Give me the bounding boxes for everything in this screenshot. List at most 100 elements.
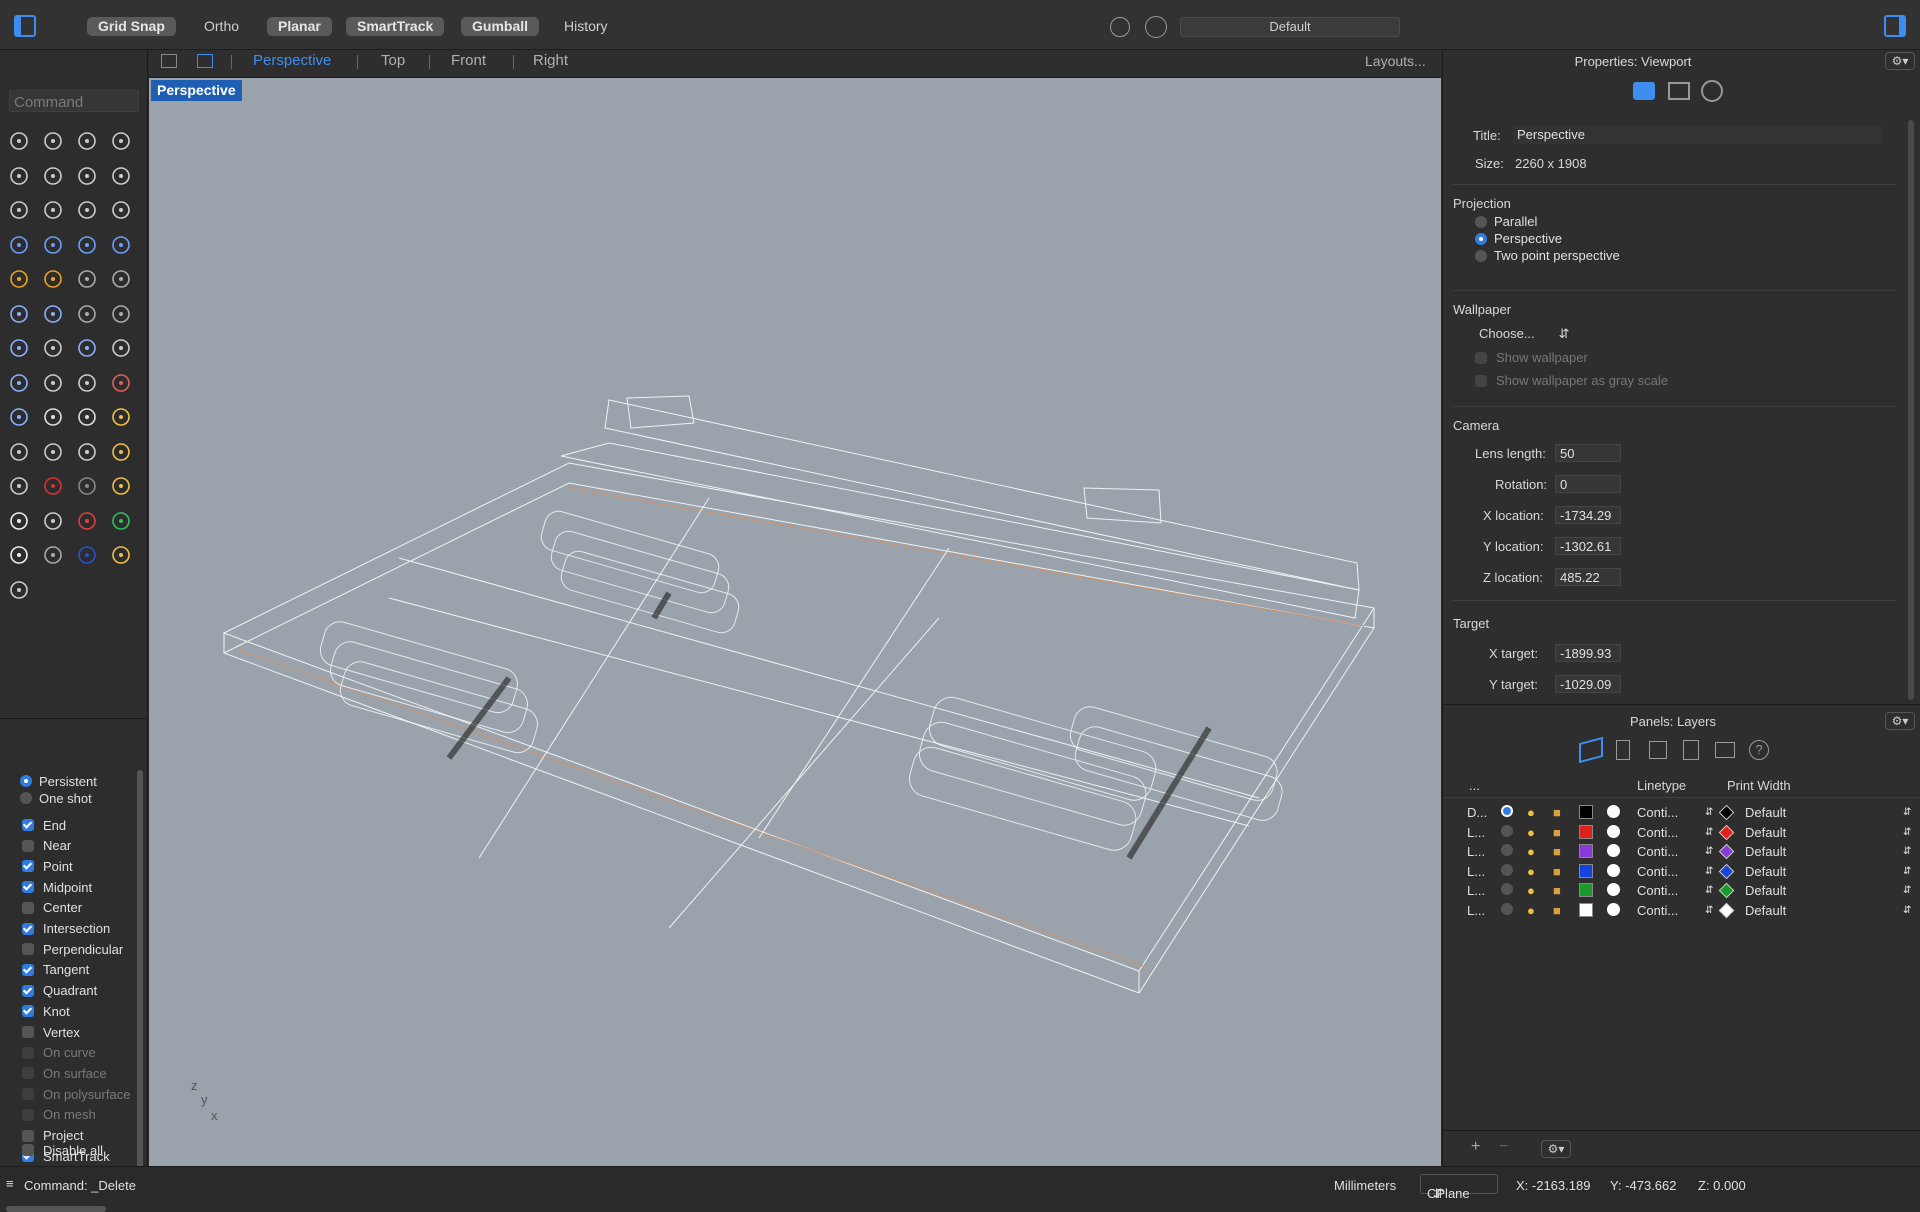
x-location-field[interactable]: -1734.29	[1555, 506, 1621, 524]
material-circle-icon[interactable]	[1607, 824, 1620, 838]
gumball-toggle[interactable]: Gumball	[461, 17, 540, 36]
lightbulb-icon[interactable]: ●	[1527, 844, 1535, 859]
zoom-window-tool-icon[interactable]	[40, 439, 66, 465]
light-tool-icon[interactable]	[6, 508, 32, 534]
layer-print-width[interactable]: Default	[1745, 864, 1786, 879]
link-icon[interactable]	[1701, 80, 1723, 102]
cube-icon[interactable]	[1649, 741, 1667, 759]
layer-name[interactable]: L...	[1467, 844, 1485, 859]
unlock-icon[interactable]: ■	[1553, 805, 1561, 820]
current-layer-icon[interactable]	[1501, 844, 1513, 856]
current-layer-icon[interactable]	[1501, 863, 1513, 876]
array-tool-icon[interactable]	[40, 370, 66, 396]
osnap-vertex-checkbox[interactable]: Vertex	[22, 1022, 80, 1042]
layer-linetype[interactable]: Conti...	[1637, 844, 1678, 859]
grid-tool-icon[interactable]	[74, 370, 100, 396]
curve-tool-icon[interactable]	[74, 128, 100, 154]
material-tool-icon[interactable]	[74, 508, 100, 534]
cylinder-tool-icon[interactable]	[74, 232, 100, 258]
target-icon[interactable]	[1145, 16, 1167, 38]
osnap-knot-checkbox[interactable]: Knot	[22, 1001, 70, 1021]
osnap-horizontal-scrollbar[interactable]	[6, 1206, 106, 1212]
rotate-tool-icon[interactable]	[74, 301, 100, 327]
current-layer-icon[interactable]	[1501, 902, 1513, 915]
material-circle-icon[interactable]	[1607, 902, 1620, 916]
osnap-on-mesh-checkbox[interactable]: On mesh	[22, 1105, 96, 1125]
chevron-updown-icon[interactable]: ⇵	[1903, 866, 1911, 877]
record-history-icon[interactable]	[1110, 17, 1130, 37]
projection-perspective-radio[interactable]: Perspective	[1475, 231, 1562, 246]
osnap-quadrant-checkbox[interactable]: Quadrant	[22, 981, 97, 1001]
chevron-updown-icon[interactable]: ⇵	[1903, 905, 1911, 916]
sphere-tool-icon[interactable]	[40, 232, 66, 258]
layers-icon[interactable]	[1579, 736, 1603, 764]
display-icon[interactable]	[1668, 82, 1690, 100]
history-toggle[interactable]: History	[553, 17, 619, 36]
box-tool-icon[interactable]	[6, 232, 32, 258]
projection-two-point-radio[interactable]: Two point perspective	[1475, 248, 1620, 263]
explode-tool-icon[interactable]	[6, 266, 32, 292]
y-target-field[interactable]: -1029.09	[1555, 675, 1621, 693]
shade-tool-icon[interactable]	[74, 404, 100, 430]
edit-tool-icon[interactable]	[6, 404, 32, 430]
print-color-diamond-icon[interactable]	[1718, 863, 1735, 879]
zoom-extent-tool-icon[interactable]	[74, 439, 100, 465]
cone-tool-icon[interactable]	[108, 542, 134, 568]
wallpaper-choose-dropdown[interactable]: Choose... ⇵	[1479, 326, 1570, 342]
trim-tool-icon[interactable]	[74, 197, 100, 223]
remove-layer-button[interactable]: −	[1499, 1138, 1508, 1156]
offset-tool-icon[interactable]	[108, 266, 134, 292]
chevron-updown-icon[interactable]: ⇵	[1705, 807, 1713, 818]
command-history[interactable]: Command: _Delete	[24, 1178, 136, 1193]
layer-row[interactable]: L... ● ■ Conti... ⇵ Default ⇵	[1463, 843, 1913, 862]
layer-color-swatch[interactable]	[1579, 863, 1593, 878]
matrix-tool-icon[interactable]	[108, 370, 134, 396]
arc-tool-icon[interactable]	[74, 163, 100, 189]
properties-scrollbar[interactable]	[1908, 120, 1914, 700]
osnap-on-polysurface-checkbox[interactable]: On polysurface	[22, 1084, 130, 1104]
burst-tool-icon[interactable]	[40, 266, 66, 292]
print-color-diamond-icon[interactable]	[1718, 824, 1735, 840]
lightbulb-icon[interactable]: ●	[1527, 805, 1535, 820]
print-color-diamond-icon[interactable]	[1718, 882, 1735, 899]
chevron-updown-icon[interactable]: ⇵	[1705, 827, 1713, 838]
single-view-icon[interactable]	[197, 54, 213, 68]
layers-gear-icon[interactable]: ⚙▾	[1885, 712, 1915, 730]
group-tool-icon[interactable]	[40, 301, 66, 327]
layer-row[interactable]: L... ● ■ Conti... ⇵ Default ⇵	[1463, 824, 1913, 843]
rectangle-tool-icon[interactable]	[108, 163, 134, 189]
lightbulb-icon[interactable]: ●	[1527, 864, 1535, 879]
projection-parallel-radio[interactable]: Parallel	[1475, 214, 1537, 229]
current-layer-icon[interactable]	[1501, 824, 1513, 837]
lightbulb-icon[interactable]: ●	[1527, 883, 1535, 898]
right-sidebar-toggle-icon[interactable]	[1884, 15, 1906, 37]
layer-color-swatch[interactable]	[1579, 805, 1593, 819]
grid-snap-toggle[interactable]: Grid Snap	[87, 17, 176, 36]
osnap-near-checkbox[interactable]: Near	[22, 836, 71, 856]
lookup-tool-icon[interactable]	[108, 439, 134, 465]
layer-linetype[interactable]: Conti...	[1637, 903, 1678, 918]
layer-color-swatch[interactable]	[1579, 883, 1593, 897]
print-color-diamond-icon[interactable]	[1718, 843, 1735, 860]
layer-linetype[interactable]: Conti...	[1637, 864, 1678, 879]
chevron-updown-icon[interactable]: ⇵	[1903, 827, 1911, 838]
layer-print-width[interactable]: Default	[1745, 883, 1786, 898]
col-print-width-header[interactable]: Print Width	[1727, 778, 1791, 793]
layer-name[interactable]: L...	[1467, 903, 1485, 918]
swatch-tool-icon[interactable]	[108, 473, 134, 499]
osnap-intersection-checkbox[interactable]: Intersection	[22, 919, 110, 939]
menu-lines-icon[interactable]: ≡	[6, 1176, 14, 1191]
col-name-header[interactable]: ...	[1469, 778, 1480, 793]
unlock-icon[interactable]: ■	[1553, 864, 1561, 879]
osnap-tangent-checkbox[interactable]: Tangent	[22, 960, 89, 980]
display-mode-field[interactable]: Default	[1180, 17, 1400, 37]
left-sidebar-toggle-icon[interactable]	[14, 15, 36, 37]
layer-color-swatch[interactable]	[1579, 824, 1593, 839]
osnap-midpoint-checkbox[interactable]: Midpoint	[22, 877, 92, 897]
copy-tool-icon[interactable]	[108, 301, 134, 327]
properties-gear-icon[interactable]: ⚙▾	[1885, 52, 1915, 70]
color-wheel-tool-icon[interactable]	[108, 508, 134, 534]
monitor-icon[interactable]	[1715, 742, 1735, 758]
col-linetype-header[interactable]: Linetype	[1637, 778, 1686, 793]
point-tool-icon[interactable]	[40, 128, 66, 154]
